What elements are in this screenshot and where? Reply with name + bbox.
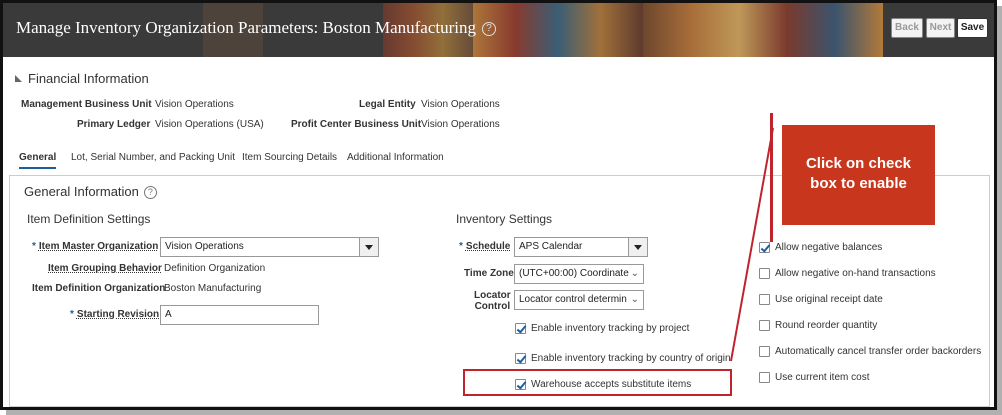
app-window: Manage Inventory Organization Parameters…: [0, 0, 997, 410]
locator-control-label: Locator Control: [474, 290, 511, 312]
profit-center-value: Vision Operations: [421, 119, 500, 130]
item-master-org-select[interactable]: Vision Operations: [160, 237, 379, 257]
tab-general[interactable]: General: [19, 152, 57, 169]
timezone-label: Time Zone: [464, 268, 514, 279]
use-current-item-cost-label: Use current item cost: [775, 372, 870, 383]
schedule-select[interactable]: APS Calendar: [514, 237, 648, 257]
legal-entity-label: Legal Entity: [359, 99, 416, 110]
dropdown-arrow-icon[interactable]: [359, 238, 378, 256]
management-bu-value: Vision Operations: [155, 99, 234, 110]
starting-revision-input[interactable]: A: [160, 305, 319, 325]
item-grouping-label: Item Grouping Behavior: [48, 263, 162, 274]
help-icon[interactable]: ?: [143, 186, 157, 199]
financial-section-header[interactable]: Financial Information: [15, 71, 149, 86]
collapse-triangle-icon[interactable]: [15, 75, 22, 82]
header-decoration: [643, 3, 883, 57]
primary-ledger-label: Primary Ledger: [77, 119, 151, 130]
help-icon[interactable]: ?: [481, 22, 496, 36]
item-master-org-label: * Item Master Organization: [32, 241, 159, 252]
country-origin-tracking-label: Enable inventory tracking by country of …: [531, 353, 731, 364]
locator-control-select[interactable]: Locator control determin ⌄: [514, 290, 644, 310]
tab-bar: General Lot, Serial Number, and Packing …: [3, 149, 763, 171]
item-definition-org-label: Item Definition Organization: [32, 283, 166, 294]
highlight-box: [463, 369, 732, 396]
dropdown-arrow-icon[interactable]: [628, 238, 647, 256]
page-header: Manage Inventory Organization Parameters…: [3, 3, 994, 57]
profit-center-label: Profit Center Business Unit: [291, 119, 422, 130]
country-origin-tracking-checkbox[interactable]: [515, 353, 526, 364]
tab-additional-information[interactable]: Additional Information: [347, 152, 444, 163]
item-grouping-value: Definition Organization: [164, 263, 266, 274]
item-definition-org-value: Boston Manufacturing: [164, 283, 262, 294]
legal-entity-value: Vision Operations: [421, 99, 500, 110]
primary-ledger-value: Vision Operations (USA): [155, 119, 264, 130]
schedule-label: * Schedule: [459, 241, 511, 252]
window-shadow: [6, 410, 1002, 415]
project-tracking-checkbox[interactable]: [515, 323, 526, 334]
chevron-down-icon[interactable]: ⌄: [631, 291, 639, 309]
allow-negative-onhand-label: Allow negative on-hand transactions: [775, 268, 936, 279]
starting-revision-label: * Starting Revision: [70, 309, 160, 320]
use-current-item-cost-checkbox[interactable]: [759, 372, 770, 383]
general-information-title: General Information?: [24, 184, 157, 199]
round-reorder-quantity-label: Round reorder quantity: [775, 320, 878, 331]
next-button[interactable]: Next: [926, 18, 955, 38]
window-shadow: [997, 6, 1002, 415]
instruction-callout: Click on check box to enable: [782, 125, 935, 225]
auto-cancel-backorders-label: Automatically cancel transfer order back…: [775, 346, 982, 357]
chevron-down-icon[interactable]: ⌄: [631, 265, 639, 283]
back-button[interactable]: Back: [891, 18, 923, 38]
inventory-settings-title: Inventory Settings: [456, 212, 553, 226]
management-bu-label: Management Business Unit: [21, 99, 152, 110]
save-button[interactable]: Save: [957, 18, 988, 38]
tab-lot-serial-packing[interactable]: Lot, Serial Number, and Packing Unit: [71, 152, 235, 163]
project-tracking-label: Enable inventory tracking by project: [531, 323, 690, 334]
tab-item-sourcing[interactable]: Item Sourcing Details: [242, 152, 337, 163]
use-original-receipt-date-label: Use original receipt date: [775, 294, 883, 305]
page-title: Manage Inventory Organization Parameters…: [16, 18, 496, 38]
item-definition-settings-title: Item Definition Settings: [27, 212, 151, 226]
timezone-select[interactable]: (UTC+00:00) Coordinate ⌄: [514, 264, 644, 284]
allow-negative-balances-label: Allow negative balances: [775, 242, 883, 253]
header-decoration: [473, 3, 643, 57]
callout-pointer: [730, 127, 774, 362]
